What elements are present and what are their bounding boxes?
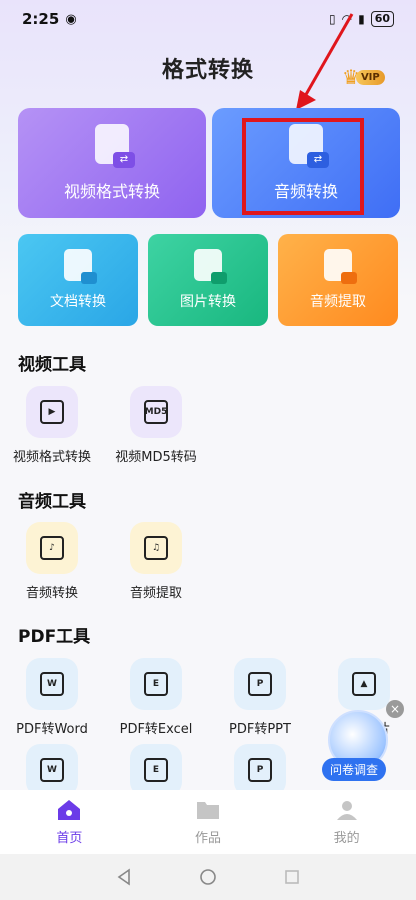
card-label: 图片转换 [180,294,236,310]
nav-profile[interactable]: 我的 [297,799,397,846]
status-time: 2:25 [22,10,60,28]
video-format-convert-card[interactable]: ⇄ 视频格式转换 [18,108,206,218]
tool-pdf-to-ppt[interactable]: P PDF转PPT [208,658,312,737]
tool-pdf-to-word[interactable]: W PDF转Word [0,658,104,737]
vip-label: VIP [355,69,385,85]
card-label: 视频格式转换 [63,182,160,201]
tool-label: PDF转Excel [119,722,193,737]
system-navigation-bar [0,854,416,900]
survey-label: 问卷调查 [322,758,387,781]
folder-icon [196,801,219,819]
nav-label: 首页 [56,830,83,846]
nav-works[interactable]: 作品 [158,799,258,846]
video-convert-icon: ▶ [26,386,78,438]
audio-extract-icon [324,249,357,284]
video-file-icon: ⇄ [95,124,135,168]
home-circle-icon[interactable] [199,868,217,886]
excel-convert-icon: E [130,744,182,796]
tool-video-md5[interactable]: MD5 视频MD5转码 [104,386,208,465]
card-label: 音频提取 [310,294,366,310]
bottom-nav: 首页 作品 我的 [0,790,416,854]
tool-label: PDF转PPT [229,722,291,737]
home-icon [58,799,81,820]
survey-floating-button[interactable]: 问卷调查 [322,710,394,782]
section-title-pdf: PDF工具 [18,627,91,647]
red-highlight-box [242,118,364,215]
ppt-convert-icon: P [234,744,286,796]
user-icon [336,800,357,820]
doc-convert-card[interactable]: 文档转换 [18,234,138,326]
nav-home[interactable]: 首页 [19,799,119,846]
section-title-audio: 音频工具 [18,492,86,512]
word-convert-icon: W [26,744,78,796]
excel-file-icon: E [130,658,182,710]
document-icon [64,249,97,284]
audio-extract-card[interactable]: 音频提取 [278,234,398,326]
eye-icon: ◉ [65,11,77,27]
tool-label: PDF转Word [16,722,88,737]
image-file-icon: ▲ [338,658,390,710]
tool-pdf-to-excel[interactable]: E PDF转Excel [104,658,208,737]
tool-label: 音频转换 [25,586,78,601]
md5-icon: MD5 [130,386,182,438]
image-convert-card[interactable]: 图片转换 [148,234,268,326]
tool-audio-convert[interactable]: ♪ 音频转换 [0,522,104,601]
back-icon[interactable] [115,868,133,886]
tool-label: 视频格式转换 [12,450,91,465]
ppt-file-icon: P [234,658,286,710]
vip-badge[interactable]: ♛ VIP [342,62,398,92]
audio-convert-icon: ♪ [26,522,78,574]
recents-icon[interactable] [283,868,301,886]
image-icon [194,249,227,284]
close-icon[interactable]: × [386,700,404,718]
tool-label: 音频提取 [129,586,182,601]
battery-icon: 60 [370,11,394,27]
tool-audio-extract[interactable]: ♫ 音频提取 [104,522,208,601]
nav-label: 作品 [194,830,221,846]
section-title-video: 视频工具 [18,355,86,375]
nav-label: 我的 [333,830,360,846]
card-label: 文档转换 [50,294,106,310]
tool-label: 视频MD5转码 [115,450,197,465]
word-file-icon: W [26,658,78,710]
tool-video-format-convert[interactable]: ▶ 视频格式转换 [0,386,104,465]
audio-extract-icon: ♫ [130,522,182,574]
